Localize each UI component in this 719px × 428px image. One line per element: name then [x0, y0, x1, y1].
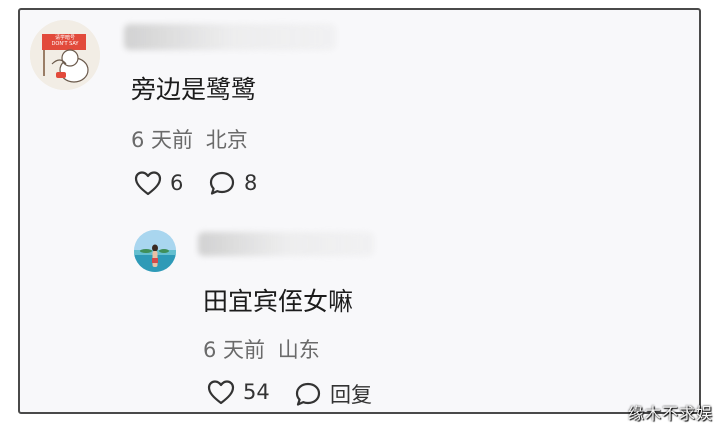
reply-user-avatar[interactable]	[134, 230, 176, 272]
reply-item: 田宜宾侄女嘛 6 天前 山东 54 回复	[20, 10, 699, 412]
reply-location: 山东	[277, 338, 320, 362]
comment-bubble-icon	[295, 382, 321, 406]
reply-button[interactable]: 回复	[294, 379, 372, 409]
reply-label: 回复	[330, 383, 372, 407]
comment-screenshot-frame: 请学暗号 DON'T SAY 旁边是鹭鹭 6 天前 北京 6 8 田宜宾侄女嘛 …	[18, 8, 701, 414]
reply-like-button[interactable]: 54	[207, 379, 270, 405]
avatar-photo	[134, 230, 176, 272]
watermark-text: 缘木不求娱	[627, 404, 713, 423]
reply-comment-text: 田宜宾侄女嘛	[203, 287, 354, 316]
reply-time: 6 天前	[203, 338, 266, 362]
heart-icon	[207, 380, 235, 405]
reply-meta: 6 天前 山东	[203, 334, 320, 364]
reply-like-count: 54	[243, 380, 270, 404]
reply-username-redacted[interactable]	[198, 232, 374, 256]
